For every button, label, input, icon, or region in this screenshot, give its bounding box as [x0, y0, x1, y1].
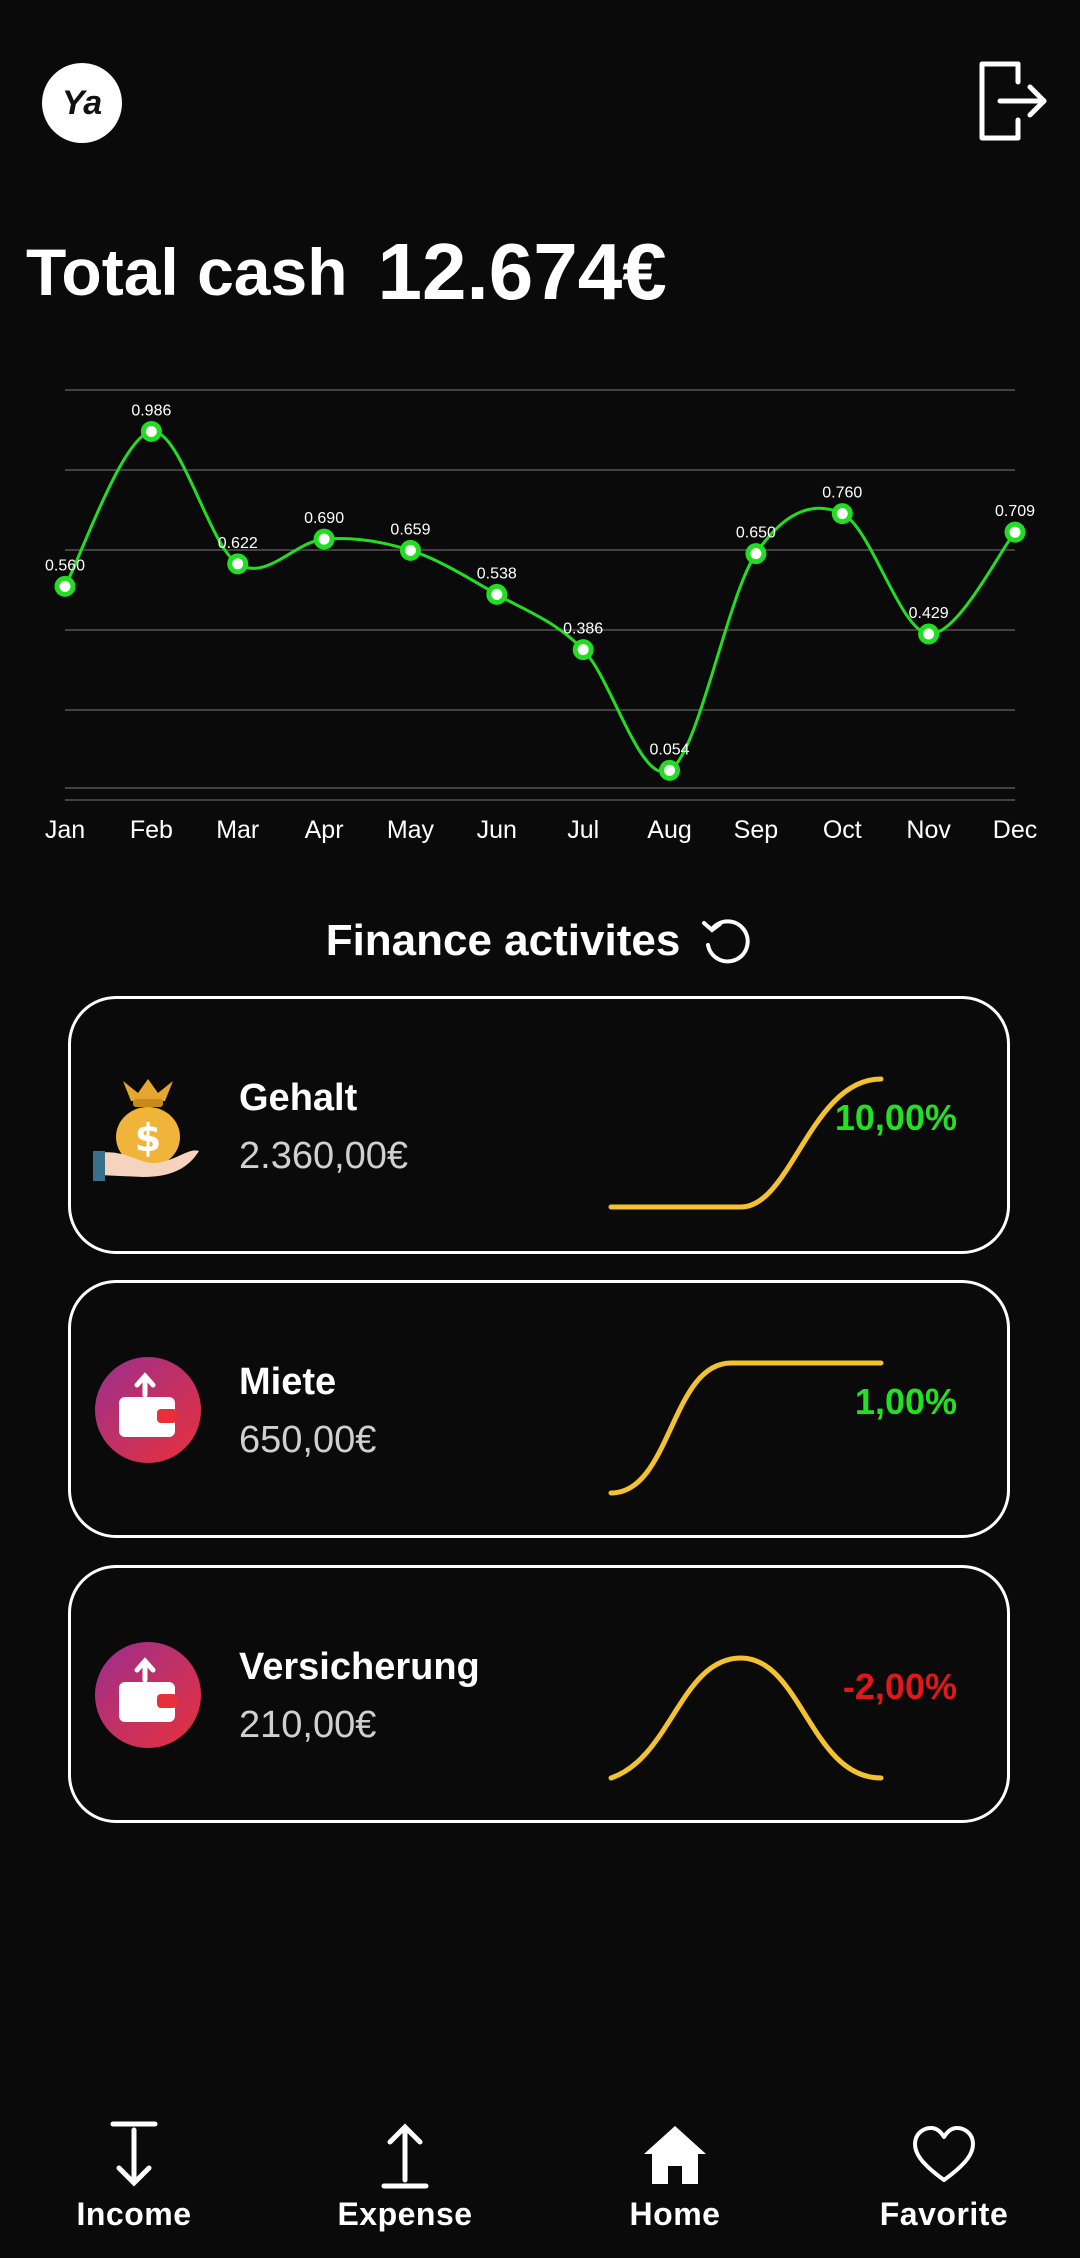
- data-label: 0.429: [909, 605, 949, 622]
- data-label: 0.538: [477, 565, 517, 582]
- activity-card-versicherung[interactable]: Versicherung 210,00€ -2,00%: [68, 1565, 1010, 1823]
- refresh-icon[interactable]: [698, 913, 754, 969]
- nav-income[interactable]: Income: [24, 2120, 244, 2240]
- total-cash-label: Total cash: [26, 235, 348, 309]
- nav-favorite[interactable]: Favorite: [834, 2120, 1054, 2240]
- x-tick-label: Jul: [567, 816, 599, 844]
- data-label: 0.659: [390, 521, 430, 538]
- activity-name: Miete: [239, 1361, 337, 1403]
- x-tick-label: Dec: [993, 816, 1037, 844]
- nav-home[interactable]: Home: [565, 2120, 785, 2240]
- activity-percent: -2,00%: [842, 1666, 957, 1707]
- data-point[interactable]: [54, 575, 76, 597]
- nav-expense-label: Expense: [337, 2196, 473, 2232]
- arrow-down-icon: [110, 2121, 158, 2187]
- total-cash-value: 12.674€: [377, 227, 667, 316]
- x-tick-label: Apr: [305, 816, 344, 844]
- data-point[interactable]: [1004, 521, 1026, 543]
- total-cash: Total cash 12.674€: [26, 222, 667, 322]
- nav-favorite-label: Favorite: [879, 2196, 1009, 2232]
- data-label: 0.760: [822, 485, 862, 502]
- activity-amount: 650,00€: [239, 1419, 377, 1461]
- avatar[interactable]: Ya: [42, 63, 122, 143]
- x-tick-label: Aug: [647, 816, 691, 844]
- activity-name: Gehalt: [239, 1077, 358, 1119]
- series-line: [63, 429, 1017, 774]
- data-point[interactable]: [831, 503, 853, 525]
- data-point[interactable]: [918, 623, 940, 645]
- data-point[interactable]: [227, 553, 249, 575]
- svg-text:$: $: [135, 1116, 161, 1160]
- money-bag-hand-icon: $: [93, 1079, 199, 1181]
- cash-line-chart: 0.560 Jan 0.986 Feb 0.622 Mar 0.690 Apr 0.659 May…: [45, 389, 1037, 844]
- data-label: 0.986: [131, 402, 171, 419]
- activity-percent: 10,00%: [834, 1097, 957, 1138]
- data-label: 0.690: [304, 510, 344, 527]
- x-tick-label: Feb: [130, 816, 173, 844]
- wallet-icon: [95, 1642, 201, 1748]
- data-point[interactable]: [745, 543, 767, 565]
- data-point[interactable]: [486, 583, 508, 605]
- activity-amount: 210,00€: [239, 1704, 377, 1746]
- arrow-up-icon: [381, 2123, 429, 2189]
- x-tick-label: Jun: [477, 816, 517, 844]
- nav-income-label: Income: [76, 2196, 192, 2232]
- activity-card-gehalt[interactable]: $ Gehalt 2.360,00€ 10,00%: [68, 996, 1010, 1254]
- data-point[interactable]: [140, 420, 162, 442]
- section-title-text: Finance activites: [325, 916, 681, 965]
- activity-card-miete[interactable]: Miete 650,00€ 1,00%: [68, 1280, 1010, 1538]
- data-label: 0.622: [218, 535, 258, 552]
- x-tick-label: May: [387, 816, 435, 844]
- x-tick-label: Jan: [45, 816, 85, 844]
- data-label: 0.709: [995, 503, 1035, 520]
- activity-amount: 2.360,00€: [239, 1135, 409, 1177]
- home-icon: [644, 2126, 706, 2184]
- data-label: 0.386: [563, 621, 603, 638]
- data-label: 0.560: [45, 557, 85, 574]
- trend-sparkline: [608, 1360, 884, 1496]
- x-tick-label: Nov: [906, 816, 951, 844]
- data-point[interactable]: [572, 639, 594, 661]
- trend-sparkline: [608, 1655, 884, 1781]
- section-title: Finance activites: [0, 906, 1080, 976]
- data-point[interactable]: [399, 539, 421, 561]
- x-tick-label: Oct: [823, 816, 862, 844]
- wallet-icon: [95, 1357, 201, 1463]
- logout-icon[interactable]: [970, 60, 1048, 142]
- activity-percent: 1,00%: [854, 1381, 957, 1422]
- data-point[interactable]: [313, 528, 335, 550]
- bottom-nav: Income Expense Home Favorite: [0, 2100, 1080, 2258]
- data-point[interactable]: [659, 759, 681, 781]
- nav-home-label: Home: [629, 2196, 721, 2232]
- x-tick-label: Mar: [216, 816, 259, 844]
- activity-name: Versicherung: [239, 1646, 480, 1688]
- heart-icon: [913, 2126, 975, 2182]
- data-label: 0.650: [736, 525, 776, 542]
- data-label: 0.054: [650, 741, 690, 758]
- nav-expense[interactable]: Expense: [295, 2120, 515, 2240]
- x-tick-label: Sep: [734, 816, 778, 844]
